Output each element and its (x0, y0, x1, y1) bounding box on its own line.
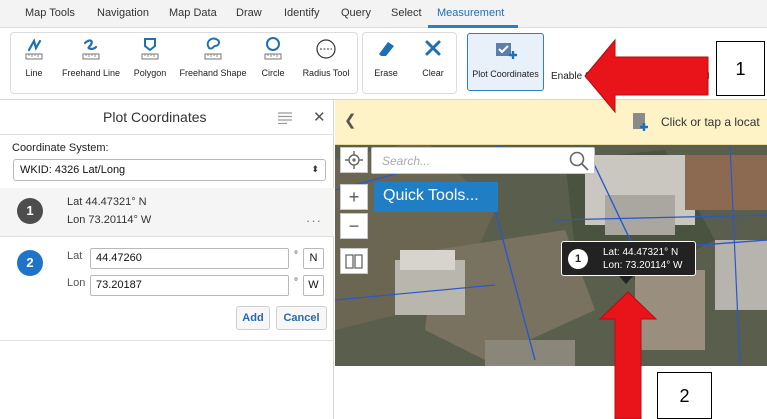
divider (0, 340, 334, 341)
coordinate-system-select[interactable]: WKID: 4326 Lat/Long ⬍ (13, 159, 326, 181)
callout-1: 1 (716, 41, 765, 96)
quick-tools-button[interactable]: Quick Tools... (374, 182, 498, 212)
close-icon[interactable]: ✕ (313, 108, 326, 126)
plot-coordinates-panel: Plot Coordinates ✕ Coordinate System: WK… (0, 100, 334, 419)
polygon-label: Polygon (133, 68, 167, 78)
plotted-point-row (0, 188, 334, 236)
menu-navigation[interactable]: Navigation (97, 7, 149, 19)
menu-draw[interactable]: Draw (236, 7, 262, 19)
menu-bar: Map Tools Navigation Map Data Draw Ident… (0, 0, 767, 28)
menu-lines-icon[interactable] (278, 112, 292, 124)
chevron-left-icon[interactable]: ❮ (344, 111, 357, 129)
clear-button[interactable]: Clear (418, 36, 448, 78)
lon-label: Lon (67, 277, 86, 289)
lat-label: Lat (67, 250, 83, 262)
menu-map-tools[interactable]: Map Tools (25, 7, 75, 19)
polygon-button[interactable]: Polygon (130, 36, 170, 78)
add-button[interactable]: Add (236, 306, 270, 330)
plot-coordinates-icon (495, 43, 517, 59)
search-icon[interactable] (568, 150, 590, 172)
lon-input[interactable]: 73.20187 (90, 275, 289, 296)
tooltip-lon: Lon: 73.20114° W (603, 260, 683, 271)
plot-coordinates-button[interactable]: Plot Coordinates (467, 33, 544, 91)
more-options-icon[interactable]: ··· (306, 213, 322, 228)
enable-snapping-label-tail: ping (604, 71, 623, 82)
search-placeholder: Search... (382, 154, 431, 168)
menu-identify[interactable]: Identify (284, 7, 319, 19)
menu-select[interactable]: Select (391, 7, 422, 19)
circle-label: Circle (261, 68, 285, 78)
line-icon (25, 38, 43, 60)
map-search-input[interactable]: Search... (371, 147, 595, 174)
enable-snapping-label[interactable]: Enable S (551, 71, 592, 82)
plotted-point-tooltip: 1 Lat: 44.47321° N Lon: 73.20114° W (561, 241, 696, 276)
ribbon-cut-label: g (704, 70, 710, 81)
freehand-line-label: Freehand Line (61, 68, 121, 78)
freehand-shape-button[interactable]: Freehand Shape (175, 36, 251, 78)
bookmark-book-icon[interactable] (340, 248, 368, 274)
menu-query[interactable]: Query (341, 7, 371, 19)
line-label: Line (25, 68, 43, 78)
menu-measurement[interactable]: Measurement (437, 7, 504, 19)
map-pin-plus-icon (633, 113, 648, 131)
line-button[interactable]: Line (19, 36, 49, 78)
panel-title: Plot Coordinates (103, 109, 207, 125)
freehand-shape-label: Freehand Shape (179, 68, 247, 78)
callout-2: 2 (657, 372, 712, 419)
point-badge-2: 2 (17, 250, 43, 276)
erase-button[interactable]: Erase (369, 36, 403, 78)
radius-tool-label: Radius Tool (302, 68, 350, 78)
radius-tool-button[interactable]: Radius Tool (297, 36, 355, 78)
locate-button[interactable] (340, 147, 368, 173)
polygon-icon (141, 38, 159, 60)
radius-tool-icon (316, 39, 336, 59)
freehand-line-icon (82, 39, 100, 60)
plot-coordinates-label: Plot Coordinates (472, 69, 539, 79)
chevron-updown-icon: ⬍ (311, 164, 319, 174)
lat-degree: ° (294, 250, 298, 261)
point-badge-1: 1 (17, 198, 43, 224)
book-glyph (345, 254, 363, 269)
cancel-button[interactable]: Cancel (276, 306, 327, 330)
panel-header: Plot Coordinates ✕ (0, 100, 334, 135)
point1-lat: Lat 44.47321° N (67, 196, 147, 208)
clear-icon (425, 40, 441, 56)
circle-icon (264, 37, 282, 60)
lat-input[interactable]: 44.47260 (90, 248, 289, 269)
erase-icon (379, 42, 394, 56)
freehand-line-button[interactable]: Freehand Line (59, 36, 123, 78)
circle-button[interactable]: Circle (256, 36, 290, 78)
coordinate-system-value: WKID: 4326 Lat/Long (20, 164, 126, 176)
map-hint-bar: ❮ Click or tap a locat (335, 100, 767, 145)
lon-direction[interactable]: W (303, 275, 324, 296)
lon-degree: ° (294, 277, 298, 288)
map-hint-text: Click or tap a locat (661, 115, 760, 129)
coordinate-system-label: Coordinate System: (12, 142, 109, 154)
erase-label: Erase (374, 68, 398, 78)
clear-label: Clear (422, 68, 444, 78)
tooltip-badge: 1 (568, 249, 588, 269)
zoom-in-icon[interactable]: + (340, 184, 368, 210)
layers-button[interactable]: Layers (656, 79, 686, 90)
point1-lon: Lon 73.20114° W (67, 214, 152, 226)
locate-icon (345, 151, 363, 169)
ribbon-toolbar: Line Freehand Line Polygon Freehand Shap… (0, 28, 767, 100)
zoom-out-icon[interactable]: − (340, 213, 368, 239)
freehand-shape-icon (204, 37, 222, 60)
tooltip-pointer (619, 276, 633, 284)
menu-map-data[interactable]: Map Data (169, 7, 217, 19)
lat-direction[interactable]: N (303, 248, 324, 269)
divider (0, 236, 334, 237)
screenshot-root: { "menu": { "items": [ {"label": "Map To… (0, 0, 767, 419)
tooltip-lat: Lat: 44.47321° N (603, 247, 679, 258)
